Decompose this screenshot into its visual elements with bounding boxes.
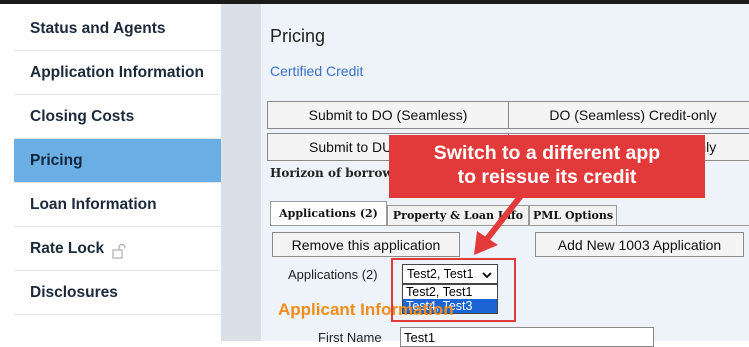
sidebar-item-loan-information[interactable]: Loan Information xyxy=(14,183,221,227)
first-name-field[interactable] xyxy=(400,327,654,347)
callout-line-1: Switch to a different app xyxy=(433,142,661,164)
sidebar-item-label: Loan Information xyxy=(30,195,157,213)
sidebar: Status and Agents Application Informatio… xyxy=(14,4,221,341)
tab-applications[interactable]: Applications (2) xyxy=(270,201,387,225)
sidebar-item-label: Closing Costs xyxy=(30,107,135,125)
sidebar-item-label: Disclosures xyxy=(30,283,118,301)
annotation-arrow xyxy=(474,194,523,255)
sidebar-item-label: Application Information xyxy=(30,63,204,81)
sidebar-item-rate-lock[interactable]: Rate Lock xyxy=(14,227,221,271)
sidebar-item-application-information[interactable]: Application Information xyxy=(14,51,221,95)
certified-credit-link[interactable]: Certified Credit xyxy=(270,63,363,79)
sidebar-item-disclosures[interactable]: Disclosures xyxy=(14,271,221,315)
annotation-highlight-box xyxy=(391,258,516,322)
do-seamless-credit-only-button[interactable]: DO (Seamless) Credit-only xyxy=(508,101,749,129)
sidebar-item-label: Rate Lock xyxy=(30,239,105,257)
callout-line-2: to reissue its credit xyxy=(457,166,637,188)
sidebar-gutter xyxy=(221,4,261,341)
tab-pml-options[interactable]: PML Options xyxy=(529,205,617,225)
page-title: Pricing xyxy=(270,26,326,46)
sidebar-item-pricing[interactable]: Pricing xyxy=(14,139,221,183)
applications-label: Applications (2) xyxy=(288,267,378,282)
submit-do-seamless-button[interactable]: Submit to DO (Seamless) xyxy=(267,101,509,129)
sidebar-item-label: Pricing xyxy=(30,151,83,169)
sidebar-item-status-and-agents[interactable]: Status and Agents xyxy=(14,7,221,51)
annotation-callout: Switch to a different app to reissue its… xyxy=(389,135,705,198)
remove-application-button[interactable]: Remove this application xyxy=(272,232,460,257)
first-name-label: First Name xyxy=(318,330,382,345)
unlock-icon xyxy=(112,243,126,259)
sidebar-item-closing-costs[interactable]: Closing Costs xyxy=(14,95,221,139)
sidebar-item-label: Status and Agents xyxy=(30,19,166,37)
add-new-1003-application-button[interactable]: Add New 1003 Application xyxy=(535,232,744,257)
